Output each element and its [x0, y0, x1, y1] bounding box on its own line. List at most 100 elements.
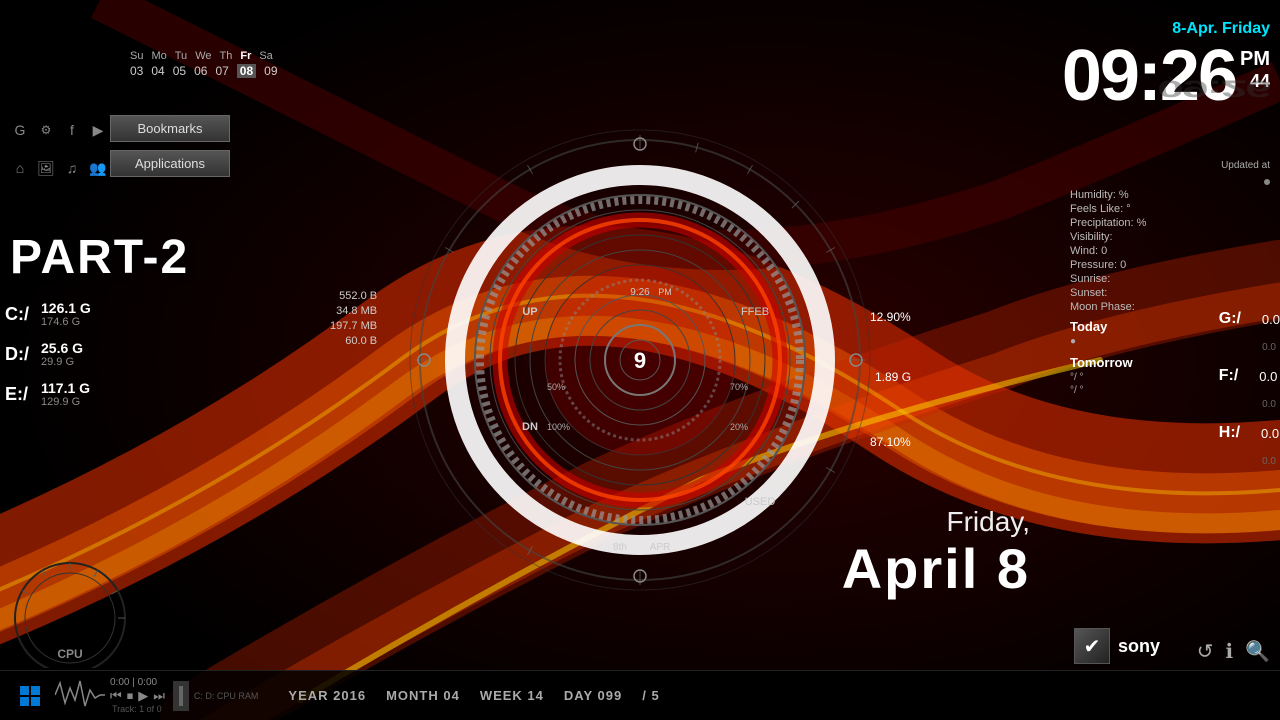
wind-row: Wind: 0: [1070, 245, 1270, 257]
big-date-widget: Friday, April 8: [842, 506, 1030, 600]
info-icon[interactable]: ℹ: [1225, 639, 1233, 664]
next-btn[interactable]: ⏭: [153, 688, 165, 704]
mem-552: 552.0 B: [330, 290, 377, 302]
cal-su: Su: [130, 50, 143, 62]
mem-34: 34.8 MB: [330, 305, 377, 317]
drive-g-val: 0.0: [1245, 312, 1280, 327]
weather-updated-label: Updated at: [1070, 160, 1270, 171]
cal-mo: Mo: [151, 50, 166, 62]
svg-text:UP: UP: [522, 306, 537, 318]
cal-d08: 08: [237, 64, 256, 78]
play-btn[interactable]: ▶: [138, 688, 148, 704]
facebook-icon[interactable]: f: [62, 120, 82, 140]
memory-info: 552.0 B 34.8 MB 197.7 MB 60.0 B: [330, 290, 377, 350]
sony-brand-text: sony: [1118, 636, 1160, 657]
steam-icon[interactable]: ⚙: [36, 120, 56, 140]
media-time: 0:00 | 0:00: [110, 677, 165, 688]
svg-text:USED: USED: [745, 496, 776, 508]
media-controls[interactable]: ⏮ ⏹ ▶ ⏭: [110, 688, 165, 704]
drive-f-val: 0.0: [1242, 369, 1277, 384]
month-stat: MONTH 04: [386, 688, 460, 703]
svg-text:9:26: 9:26: [630, 287, 650, 298]
sunset-row: Sunset:: [1070, 287, 1270, 299]
pressure-row: Pressure: 0: [1070, 259, 1270, 271]
pct-87-label: 87.10%: [870, 435, 911, 449]
applications-button[interactable]: Applications: [110, 150, 230, 177]
stop-btn[interactable]: ⏹: [127, 688, 134, 704]
drive-h-sub: 0.0: [1219, 456, 1280, 467]
svg-text:8th: 8th: [613, 542, 627, 553]
nav-buttons: Bookmarks Applications: [110, 115, 230, 177]
svg-text:70%: 70%: [730, 382, 748, 392]
youtube-icon[interactable]: ▶: [88, 120, 108, 140]
drive-e-sizes: 117.1 G 129.9 G: [41, 380, 90, 408]
prev-btn[interactable]: ⏮: [110, 688, 122, 704]
drive-h: H:/ 0.0: [1219, 424, 1280, 442]
search-icon[interactable]: 🔍: [1245, 639, 1270, 664]
drive-f-letter: F:/: [1219, 367, 1239, 385]
drive-c: C:/ 126.1 G 174.6 G: [5, 300, 91, 328]
drive-d-free: 25.6 G: [41, 340, 83, 356]
cal-tu: Tu: [175, 50, 187, 62]
app-icons: G ⚙ f ▶ ⌂ 🖼 ♫ 👥: [10, 120, 108, 178]
picture-icon[interactable]: 🖼: [36, 158, 56, 178]
users-icon[interactable]: 👥: [88, 158, 108, 178]
calendar-headers: Su Mo Tu We Th Fr Sa: [130, 50, 278, 62]
cal-d04: 04: [151, 64, 164, 78]
visibility-row: Visibility:: [1070, 231, 1270, 243]
drive-h-val: 0.0: [1244, 426, 1279, 441]
precipitation-row: Precipitation: %: [1070, 217, 1270, 229]
cal-d09: 09: [264, 64, 277, 78]
system-tray-icons: ↺ ℹ 🔍: [1197, 639, 1270, 664]
cal-fr: Fr: [240, 50, 251, 62]
svg-text:PM: PM: [658, 287, 672, 297]
drive-c-sizes: 126.1 G 174.6 G: [41, 300, 91, 328]
big-date-month-day: April 8: [842, 538, 1030, 600]
calendar-dates: 03 04 05 06 07 08 09: [130, 64, 278, 78]
drive-g-letter: G:/: [1219, 310, 1241, 328]
taskbar: 0:00 | 0:00 ⏮ ⏹ ▶ ⏭ Track: 1 of 0 C: D: …: [0, 670, 1280, 720]
svg-text:20%: 20%: [730, 422, 748, 432]
disk-indicators: C: D: CPU RAM: [194, 691, 259, 701]
cal-d03: 03: [130, 64, 143, 78]
track-info: Track: 1 of 0: [112, 704, 165, 714]
drive-c-letter: C:/: [5, 304, 35, 325]
right-drives-panel: G:/ 0.0 0.0 F:/ 0.0 0.0 H:/ 0.0 0.0: [1219, 310, 1280, 467]
clock-reflection: 09:26: [1062, 75, 1270, 103]
pct-12-label: 12.90%: [870, 310, 911, 324]
calendar-widget: Su Mo Tu We Th Fr Sa 03 04 05 06 07 08 0…: [130, 50, 278, 78]
drive-e-free: 117.1 G: [41, 380, 90, 396]
music-icon[interactable]: ♫: [62, 158, 82, 178]
sony-logo-icon: ✔: [1074, 628, 1110, 664]
icon-group-2: ⌂ 🖼 ♫ 👥: [10, 158, 108, 178]
refresh-icon[interactable]: ↺: [1197, 639, 1214, 664]
drive-g: G:/ 0.0: [1219, 310, 1280, 328]
pct-189-label: 1.89 G: [875, 370, 911, 384]
drive-d: D:/ 25.6 G 29.9 G: [5, 340, 91, 368]
drive-d-letter: D:/: [5, 344, 35, 365]
mem-197: 197.7 MB: [330, 320, 377, 332]
google-icon[interactable]: G: [10, 120, 30, 140]
main-content: Su Mo Tu We Th Fr Sa 03 04 05 06 07 08 0…: [0, 0, 1280, 720]
volume-indicator: [173, 681, 189, 711]
svg-text:APR: APR: [650, 542, 671, 553]
svg-text:FFEB: FFEB: [741, 306, 769, 318]
drive-d-sizes: 25.6 G 29.9 G: [41, 340, 83, 368]
media-player-info: 0:00 | 0:00 ⏮ ⏹ ▶ ⏭ Track: 1 of 0: [110, 677, 165, 714]
slash-5: / 5: [642, 688, 659, 703]
drive-d-total: 29.9 G: [41, 356, 83, 368]
sony-brand-area: ✔ sony: [1074, 628, 1160, 664]
bookmarks-button[interactable]: Bookmarks: [110, 115, 230, 142]
clock-pm: PM: [1240, 48, 1270, 71]
icon-group-1: G ⚙ f ▶: [10, 120, 108, 140]
drive-e-letter: E:/: [5, 384, 35, 405]
drive-f-sub: 0.0: [1219, 399, 1280, 410]
home-icon[interactable]: ⌂: [10, 158, 30, 178]
svg-text:DN: DN: [522, 421, 538, 433]
start-button[interactable]: [10, 676, 50, 716]
drive-f: F:/ 0.0: [1219, 367, 1280, 385]
svg-text:CPU: CPU: [57, 647, 82, 661]
bottom-stats: YEAR 2016 MONTH 04 WEEK 14 DAY 099 / 5: [288, 688, 659, 703]
mem-60: 60.0 B: [330, 335, 377, 347]
drive-c-free: 126.1 G: [41, 300, 91, 316]
